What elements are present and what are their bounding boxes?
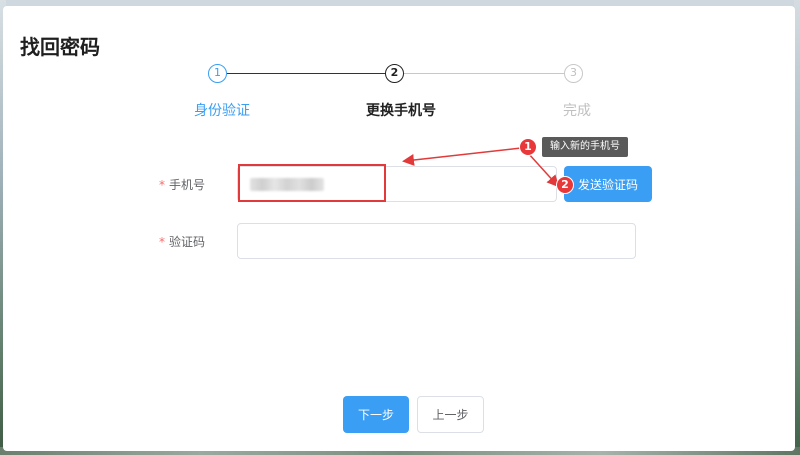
step-2-circle: 2	[385, 64, 404, 83]
step-1-label: 身份验证	[194, 103, 250, 119]
next-step-button[interactable]: 下一步	[343, 396, 409, 433]
step-connector-2	[404, 73, 564, 74]
send-code-button[interactable]: 发送验证码	[564, 166, 652, 202]
step-2-label: 更换手机号	[366, 103, 436, 119]
step-3-circle: 3	[564, 64, 583, 83]
phone-label: * 手机号	[159, 176, 205, 193]
dialog-title: 找回密码	[20, 35, 100, 59]
step-connector-1	[227, 73, 385, 74]
step-1-circle: 1	[208, 64, 227, 83]
phone-label-text: 手机号	[169, 178, 206, 192]
code-label: * 验证码	[159, 233, 205, 250]
annotation-highlight-box	[238, 164, 386, 202]
required-asterisk: *	[159, 235, 165, 249]
required-asterisk: *	[159, 178, 165, 192]
previous-step-button[interactable]: 上一步	[417, 396, 484, 433]
annotation-marker-2: 2	[556, 176, 574, 194]
verification-code-input[interactable]	[237, 223, 636, 259]
code-label-text: 验证码	[169, 235, 206, 249]
step-3-label: 完成	[563, 103, 591, 119]
annotation-tooltip: 输入新的手机号	[542, 137, 628, 157]
annotation-marker-1: 1	[519, 138, 537, 156]
